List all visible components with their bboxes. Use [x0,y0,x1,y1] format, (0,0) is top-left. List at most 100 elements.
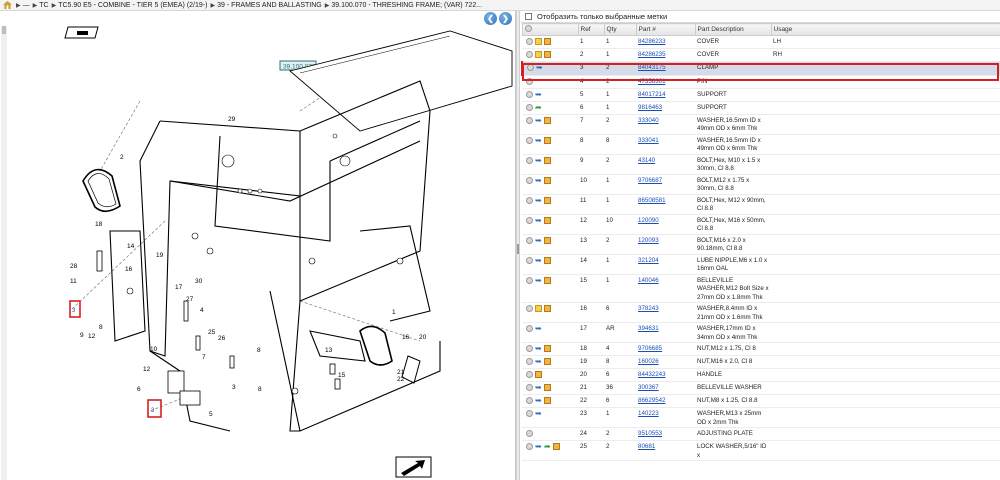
swap-arrow-icon[interactable]: ➥ [535,384,542,392]
note-icon[interactable] [535,51,542,58]
cell-part[interactable]: 9816463 [636,101,695,115]
swap-arrow-icon[interactable]: ➥ [535,277,542,285]
table-row[interactable]: ➥ ➦ 25 2 80681 LOCK WASHER,5/16" ID x [522,440,1000,462]
breadcrumb-item-4[interactable]: 39.100.070 - THRESHING FRAME; (VAR) 722.… [331,2,482,9]
table-row[interactable]: ➥ 23 1 140223 WASHER,M13 x 25mm OD x 2mm Thk [522,407,1000,429]
swap-arrow-icon[interactable]: ➥ [535,443,542,451]
swap-arrow-icon[interactable]: ➥ [535,257,542,265]
info-icon[interactable] [526,177,533,184]
info-icon[interactable] [526,197,533,204]
swap-arrow-icon[interactable]: ➥ [535,117,542,125]
swap-arrow-icon[interactable]: ➥ [535,237,542,245]
info-icon[interactable] [527,64,534,71]
info-icon[interactable] [526,157,533,164]
table-row[interactable]: 2 1 84286235 COVER RH [522,48,1000,62]
cell-part[interactable]: 84043175 [636,61,695,76]
note-icon[interactable] [535,305,542,313]
breadcrumb-item-3[interactable]: 39 - FRAMES AND BALLASTING [217,2,322,9]
info-icon[interactable] [526,430,533,438]
cart-icon[interactable] [535,371,542,379]
info-icon[interactable] [526,137,533,144]
header-part[interactable]: Part # [635,23,696,36]
part-number-link[interactable]: 84286233 [638,38,666,45]
cart-icon[interactable] [544,51,551,58]
cell-part[interactable]: 140223 [636,407,695,429]
info-icon[interactable] [526,78,533,85]
info-icon[interactable] [526,104,533,111]
diagram-pane[interactable]: ❮ ❯ 39.100.070 3 3 2 29 18 14 16 19 28 1… [0,11,516,480]
callout-highlight-3b[interactable] [147,399,162,418]
part-number-link[interactable]: 140223 [638,410,659,417]
swap-arrow-icon[interactable]: ➥ [535,91,542,99]
part-number-link[interactable]: 378243 [638,305,659,312]
table-row[interactable]: ➥ 11 1 86508581 BOLT,Hex, M12 x 90mm, Cl 8.8 [522,194,1000,215]
cart-icon[interactable] [544,345,551,353]
swap-arrow-icon[interactable]: ➥ [536,64,543,72]
cart-icon[interactable] [544,397,551,405]
header-actions[interactable] [521,23,579,36]
cart-icon[interactable] [544,38,551,45]
cell-part[interactable]: 86508581 [636,194,695,215]
table-row[interactable]: ➥ 14 1 321204 LUBE NIPPLE,M6 x 1.0 x 16mm OA… [522,254,1000,275]
cell-part[interactable]: 84017214 [636,88,695,102]
table-row[interactable]: ➥ 17 AR 394631 WASHER,17mm ID x 34mm OD x 4m… [522,322,1000,344]
home-icon[interactable] [3,1,12,9]
info-icon[interactable] [526,345,533,353]
cart-icon[interactable] [544,384,551,392]
table-row[interactable]: ➥ 18 4 9706685 NUT,M12 x 1.75, Cl 8 [522,342,1000,357]
table-row[interactable]: ➥ 3 2 84043175 CLAMP [521,61,1000,76]
info-icon[interactable] [526,237,533,244]
cell-part[interactable]: 321204 [636,254,695,275]
info-icon[interactable] [526,305,533,313]
table-row[interactable]: ➥ 22 6 86629542 NUT,M8 x 1.25, Cl 8.8 [522,394,1000,409]
swap-arrow-icon[interactable]: ➥ [535,157,542,165]
part-number-link[interactable]: 120090 [638,217,659,224]
cart-icon[interactable] [544,237,551,244]
cell-part[interactable]: 300367 [636,381,695,396]
info-icon[interactable] [526,257,533,264]
cell-part[interactable]: 120090 [636,214,695,235]
info-icon[interactable] [526,410,533,418]
swap-arrow-icon[interactable]: ➥ [535,345,542,353]
swap-arrow-icon[interactable]: ➥ [535,177,542,185]
swap-arrow-icon[interactable]: ➥ [535,217,542,225]
show-selected-checkbox[interactable] [525,13,532,20]
table-row[interactable]: ➥ 21 36 300367 BELLEVILLE WASHER [522,381,1000,396]
info-icon[interactable] [526,217,533,224]
drill-down-arrow-icon[interactable] [395,456,432,478]
cart-icon[interactable] [544,177,551,184]
swap-arrow-icon[interactable]: ➥ [535,197,542,205]
part-number-link[interactable]: 86629542 [638,397,666,404]
table-row[interactable]: ➥ 15 1 140046 BELLEVILLE WASHER,M12 Bolt Siz… [522,274,1000,304]
info-icon[interactable] [526,371,533,379]
refresh-arrow-icon[interactable]: ➦ [535,104,542,112]
settings-icon[interactable] [524,25,532,32]
cell-part[interactable]: 333040 [636,114,695,135]
cart-icon[interactable] [544,305,551,313]
info-icon[interactable] [526,397,533,405]
swap-arrow-icon[interactable]: ➥ [535,410,542,418]
cell-part[interactable]: 47358301 [636,75,695,89]
part-number-link[interactable]: 84017214 [638,91,666,98]
part-number-link[interactable]: 9510553 [638,430,662,437]
info-icon[interactable] [526,325,533,333]
header-desc[interactable]: Part Description [694,23,772,36]
table-row[interactable]: 24 2 9510553 ADJUSTING PLATE [522,427,1000,442]
refresh-arrow-icon[interactable]: ➦ [544,443,551,451]
part-number-link[interactable]: 9816463 [638,104,662,111]
cell-part[interactable]: 84432243 [636,368,695,383]
cell-part[interactable]: 9706685 [636,342,695,357]
swap-arrow-icon[interactable]: ➥ [535,325,542,333]
part-number-link[interactable]: 47358301 [638,78,666,85]
part-number-link[interactable]: 84432243 [638,371,666,378]
part-number-link[interactable]: 120093 [638,237,659,244]
cell-part[interactable]: 378243 [636,302,695,324]
table-row[interactable]: ➥ 12 10 120090 BOLT,Hex, M16 x 50mm, Cl 8.8 [522,214,1000,235]
table-row[interactable]: 1 1 84286233 COVER LH [522,35,1000,49]
table-row[interactable]: ➥ 5 1 84017214 SUPPORT [522,88,1000,102]
cart-icon[interactable] [544,197,551,204]
cart-icon[interactable] [553,443,560,451]
swap-arrow-icon[interactable]: ➥ [535,358,542,366]
cell-part[interactable]: 80681 [636,440,695,462]
info-icon[interactable] [526,443,533,451]
